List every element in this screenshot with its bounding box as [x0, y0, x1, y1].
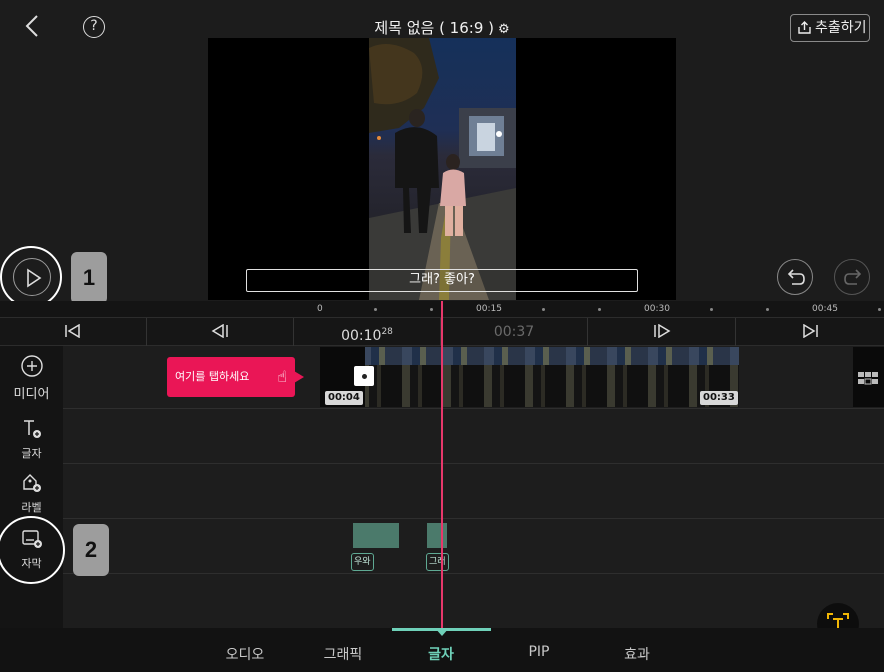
- ruler-tick-0: 0: [317, 304, 323, 314]
- redo-icon: [844, 269, 862, 285]
- redo-button[interactable]: [834, 259, 870, 295]
- previous-frame-button[interactable]: [147, 318, 294, 346]
- sidebar-item-media[interactable]: 미디어: [0, 354, 63, 402]
- skip-to-start-icon: [65, 323, 80, 339]
- track-overflow-area: [853, 347, 884, 407]
- track-divider: [63, 518, 884, 519]
- tab-graphic[interactable]: 그래픽: [313, 644, 373, 664]
- next-frame-icon: [653, 323, 670, 339]
- caption-clip[interactable]: [353, 523, 399, 548]
- track-divider: [63, 463, 884, 464]
- clip-end-time: 00:33: [700, 391, 738, 405]
- jump-start-button[interactable]: [0, 318, 147, 346]
- track-divider: [63, 573, 884, 574]
- clip-trim-handle[interactable]: [354, 366, 374, 386]
- track-divider: [63, 408, 884, 409]
- caption-clip-label: 우와: [351, 553, 374, 571]
- help-button[interactable]: ?: [83, 16, 105, 38]
- jump-end-button[interactable]: [736, 318, 884, 346]
- project-title[interactable]: 제목 없음 ( 16:9 ) ⚙: [300, 17, 584, 38]
- tab-pip[interactable]: PIP: [509, 644, 569, 660]
- sidebar-item-label: 미디어: [13, 387, 50, 402]
- clip-start-time: 00:04: [325, 391, 363, 405]
- sidebar-item-label: 글자: [21, 447, 42, 460]
- annotation-badge-2: 2: [73, 524, 109, 576]
- back-arrow-icon[interactable]: [18, 12, 46, 40]
- label-add-icon: [22, 474, 41, 492]
- undo-icon: [787, 269, 805, 285]
- caption-clip[interactable]: [427, 523, 447, 548]
- layer-sidebar: 미디어 글자 라벨 자막: [0, 346, 63, 628]
- sidebar-item-text[interactable]: 글자: [0, 418, 63, 461]
- export-label: 추출하기: [815, 20, 867, 36]
- next-frame-button[interactable]: [588, 318, 736, 346]
- skip-to-end-icon: [803, 323, 818, 339]
- tooltip-text: 여기를 탭하세요: [175, 370, 250, 383]
- grid-view-icon[interactable]: [853, 347, 884, 407]
- playhead[interactable]: [441, 301, 443, 631]
- total-time-display: 00:37: [441, 318, 588, 346]
- sidebar-item-label: 라벨: [21, 501, 42, 514]
- previous-frame-icon: [211, 323, 228, 339]
- ruler-tick-30: 00:30: [644, 304, 670, 314]
- hand-pointer-icon: ☝: [277, 367, 287, 386]
- video-clip[interactable]: [320, 347, 739, 407]
- text-add-icon: [23, 420, 41, 438]
- current-frame: 28: [381, 327, 393, 337]
- add-circle-icon: [20, 355, 43, 377]
- undo-button[interactable]: [777, 259, 813, 295]
- tap-here-tooltip[interactable]: 여기를 탭하세요 ☝: [167, 357, 304, 397]
- project-title-text: 제목 없음 ( 16:9 ): [374, 19, 494, 37]
- ruler-tick-15: 00:15: [476, 304, 502, 314]
- annotation-badge-1: 1: [71, 252, 107, 304]
- current-time: 00:10: [341, 328, 382, 344]
- preview-frame-image: [369, 38, 516, 300]
- gear-icon[interactable]: ⚙: [498, 22, 510, 37]
- ruler-tick-45: 00:45: [812, 304, 838, 314]
- tab-audio[interactable]: 오디오: [215, 644, 275, 664]
- tab-effects[interactable]: 효과: [607, 644, 667, 664]
- export-button[interactable]: 추출하기: [790, 14, 870, 42]
- highlight-ring-caption: [0, 516, 65, 584]
- playhead-marker-icon: [435, 628, 449, 636]
- export-icon: [798, 21, 811, 34]
- current-time-display: 00:1028: [294, 318, 441, 346]
- caption-clip-label: 그래: [426, 553, 449, 571]
- play-button[interactable]: [13, 258, 51, 296]
- subtitle-overlay[interactable]: 그래? 좋아?: [246, 269, 638, 292]
- sidebar-item-label[interactable]: 라벨: [0, 472, 63, 515]
- play-icon: [27, 268, 42, 288]
- tab-text[interactable]: 글자: [411, 644, 471, 664]
- total-time: 00:37: [493, 324, 535, 340]
